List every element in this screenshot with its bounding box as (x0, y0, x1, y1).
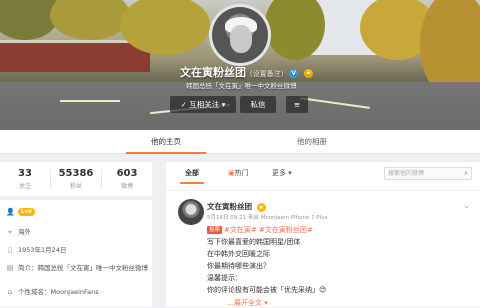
post-author[interactable]: 文在寅粉丝团 ★ (207, 201, 266, 212)
hot-icon: ▣ (228, 169, 235, 177)
post-line: 在中韩外交回暖之际 (207, 250, 270, 258)
stat-posts[interactable]: 603 微博 (102, 162, 152, 190)
member-icon: ★ (304, 68, 313, 78)
stat-following[interactable]: 33 关注 (0, 162, 50, 190)
tab-more[interactable]: 更多 ▾ (272, 162, 292, 184)
profile-name: 文在寅粉丝团 (设置备注) V ★ (180, 66, 313, 79)
verified-icon: V (289, 68, 299, 78)
cover-tree (50, 0, 130, 40)
level-row: 👤 Lv6 (6, 208, 35, 216)
level-badge[interactable]: Lv6 (18, 208, 35, 216)
tab-album[interactable]: 他的相册 (272, 130, 352, 154)
chevron-down-icon: ▾ (264, 299, 268, 307)
cover-wall (0, 40, 150, 72)
stats-card: 33 关注 55386 粉丝 603 微博 (0, 162, 152, 196)
birthday-row: ▯ 1953年1月24日 (6, 244, 66, 254)
left-sidebar: 33 关注 55386 粉丝 603 微博 👤 Lv6 ⌖ 海外 ▯ 1953年1月2… (0, 162, 152, 307)
tab-home[interactable]: 他的主页 (126, 130, 206, 154)
domain-row: ⌂ 个性域名：MoonJaeinFans (7, 288, 99, 296)
post-line: 写下你最喜爱的韩国明星/团体 (207, 238, 301, 246)
location-row: ⌖ 海外 (6, 226, 31, 237)
feed-panel: 全部 ▣热门 更多 ▾ 搜索他的微博 ⌕ 文在寅粉丝团 ★ ⌄ 5月16日 09… (166, 162, 480, 307)
profile-avatar[interactable] (209, 4, 271, 66)
cover-tree (120, 0, 210, 55)
post-avatar[interactable] (178, 199, 204, 225)
follow-button[interactable]: ✓ 互相关注 ▾ (170, 96, 236, 113)
post-line: 你最期待哪些演出？ (207, 262, 270, 270)
intro-row: ▤ 简介：韩国总统「文在寅」唯一中文粉丝微博 (6, 264, 148, 272)
more-menu-button[interactable]: ≡ (286, 96, 308, 113)
cake-icon: ▯ (8, 246, 12, 254)
location-icon: ⌖ (8, 228, 12, 236)
stat-followers[interactable]: 55386 粉丝 (51, 162, 101, 190)
tab-all[interactable]: 全部 (180, 162, 204, 184)
search-icon[interactable]: ⌕ (464, 168, 468, 179)
link-icon: ⌂ (7, 288, 13, 296)
chevron-down-icon: ▾ (288, 169, 292, 177)
post-meta: 5月16日 09:21 来自 MoonJaein iPhone 7 Plus (207, 215, 328, 221)
profile-bio: 韩国总统「文在寅」唯一中文粉丝微博 (186, 82, 297, 90)
post-line: 你的评论极有可能会被「优先采纳」😊 (207, 286, 327, 294)
profile-tabs: 他的主页 他的相册 (0, 130, 480, 154)
member-icon: ★ (256, 202, 266, 212)
set-remark-link[interactable]: (设置备注) (250, 70, 283, 78)
vote-icon: 投票 (207, 226, 223, 234)
post-line: 温馨提示： (207, 274, 242, 282)
post-menu-chevron-icon[interactable]: ⌄ (463, 201, 470, 210)
info-card: 👤 Lv6 ⌖ 海外 ▯ 1953年1月24日 ▤ 简介：韩国总统「文在寅」唯一中文粉丝… (0, 200, 152, 307)
expand-icon: … (227, 299, 234, 307)
doc-icon: ▤ (6, 264, 14, 272)
check-icon: ✓ (180, 100, 187, 109)
message-button[interactable]: 私信 (240, 96, 276, 113)
chevron-down-icon: ▾ (221, 100, 226, 109)
post-hashtags: 投票 #文在寅# #文在寅粉丝团# (207, 226, 313, 234)
post-card: 文在寅粉丝团 ★ ⌄ 5月16日 09:21 来自 MoonJaein iPho… (166, 190, 480, 307)
user-icon: 👤 (6, 208, 15, 216)
tab-hot[interactable]: ▣热门 (228, 162, 249, 184)
feed-search-input[interactable]: 搜索他的微博 ⌕ (384, 167, 472, 180)
